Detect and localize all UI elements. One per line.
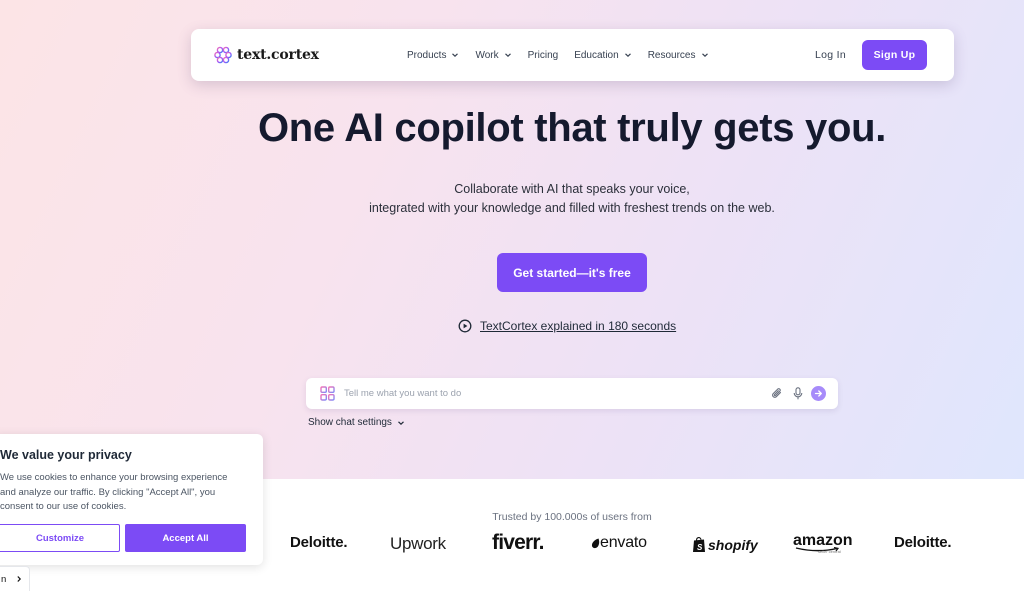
chevron-down-icon — [452, 53, 459, 58]
chat-prompt-box — [306, 378, 838, 409]
customize-cookies-button[interactable]: Customize — [0, 524, 120, 552]
send-button[interactable] — [811, 386, 826, 401]
nav-item-label: Resources — [647, 49, 696, 61]
login-link[interactable]: Log In — [815, 49, 846, 61]
amazon-seller-central-label: seller central — [818, 549, 841, 554]
hero-subtitle-line-1: Collaborate with AI that speaks your voi… — [454, 182, 690, 196]
language-selector-tab[interactable]: n — [0, 566, 30, 591]
microphone-icon[interactable] — [793, 387, 803, 400]
brand-logo-fiverr: fiverr. — [492, 531, 544, 554]
nav-item-label: Pricing — [527, 49, 559, 61]
signup-button[interactable]: Sign Up — [862, 40, 927, 70]
envato-leaf-icon — [591, 538, 600, 548]
shopify-wordmark: shopify — [708, 536, 758, 553]
nav-item-resources[interactable]: Resources — [648, 50, 709, 61]
svg-text:S: S — [697, 543, 703, 552]
nav-item-label: Work — [475, 49, 499, 61]
brain-logo-icon — [214, 46, 232, 64]
hero-subtitle-line-2: integrated with your knowledge and fille… — [369, 201, 775, 215]
apps-grid-icon[interactable] — [320, 386, 335, 401]
chevron-right-icon — [17, 576, 22, 582]
cookie-banner-title: We value your privacy — [0, 448, 132, 462]
nav-links: Products Work Pricing Education Resource… — [407, 29, 725, 81]
chat-prompt-input[interactable] — [344, 384, 764, 403]
logo-text: text.cortex — [237, 47, 319, 63]
play-circle-icon — [458, 319, 472, 333]
chevron-down-icon — [701, 53, 708, 58]
envato-wordmark: envato — [600, 534, 647, 551]
nav-item-label: Products — [407, 49, 447, 61]
nav-item-label: Education — [574, 49, 619, 61]
nav-item-work[interactable]: Work — [475, 50, 511, 61]
nav-item-education[interactable]: Education — [574, 50, 631, 61]
brand-logo-upwork: Upwork — [390, 534, 446, 553]
page-headline: One AI copilot that truly gets you. — [257, 106, 887, 150]
accept-all-cookies-button[interactable]: Accept All — [125, 524, 246, 552]
top-navigation-bar: text.cortex Products Work Pricing Educat… — [191, 29, 954, 81]
arrow-right-icon — [814, 390, 822, 397]
paperclip-icon[interactable] — [771, 387, 783, 400]
brand-logo-amazon: amazon seller central — [793, 532, 853, 554]
cookie-banner-text: We use cookies to enhance your browsing … — [0, 472, 228, 512]
chevron-down-icon — [504, 53, 511, 58]
shopify-bag-icon: S — [693, 537, 705, 552]
brand-logo-deloitte: Deloitte. — [894, 534, 952, 551]
chevron-down-icon — [398, 420, 404, 425]
cookie-consent-banner: We value your privacy We use cookies to … — [0, 434, 263, 565]
language-tab-label: n — [1, 573, 7, 585]
brand-logo-shopify: S shopify — [692, 536, 758, 553]
chevron-down-icon — [624, 53, 631, 58]
logo[interactable]: text.cortex — [213, 45, 319, 65]
chat-settings-label: Show chat settings — [308, 417, 392, 428]
brand-logo-envato: envato — [591, 534, 647, 552]
video-link-label: TextCortex explained in 180 seconds — [480, 319, 677, 333]
video-explainer-link[interactable]: TextCortex explained in 180 seconds — [458, 319, 676, 333]
show-chat-settings-toggle[interactable]: Show chat settings — [308, 417, 405, 428]
nav-item-pricing[interactable]: Pricing — [528, 50, 559, 61]
get-started-button[interactable]: Get started—it's free — [497, 253, 647, 292]
nav-item-products[interactable]: Products — [407, 50, 459, 61]
brand-logo-deloitte: Deloitte. — [290, 534, 348, 551]
